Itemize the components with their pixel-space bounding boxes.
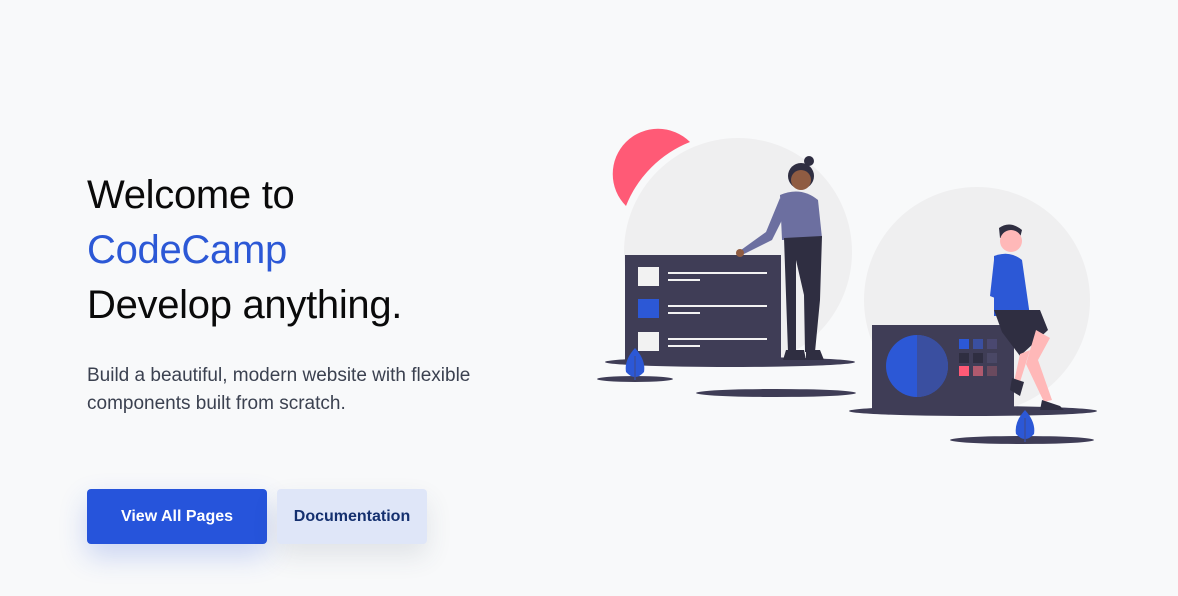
documentation-button[interactable]: Documentation <box>277 489 427 544</box>
board-with-checklist-icon <box>625 255 781 361</box>
view-all-pages-button[interactable]: View All Pages <box>87 489 267 544</box>
headline-line-develop: Develop anything. <box>87 283 403 327</box>
hero-lead-text: Build a beautiful, modern website with f… <box>87 365 471 414</box>
hero-headline: Welcome to CodeCamp Develop anything. <box>87 168 557 333</box>
headline-brand: CodeCamp <box>87 228 287 272</box>
headline-line-welcome: Welcome to <box>87 173 295 217</box>
hero-section: Welcome to CodeCamp Develop anything. Bu… <box>0 0 1178 596</box>
ground-shadow <box>696 389 856 397</box>
hero-illustration <box>597 128 1097 444</box>
board-with-pie-chart-icon <box>872 325 1014 409</box>
hero-text: Welcome to CodeCamp Develop anything. <box>87 168 557 333</box>
